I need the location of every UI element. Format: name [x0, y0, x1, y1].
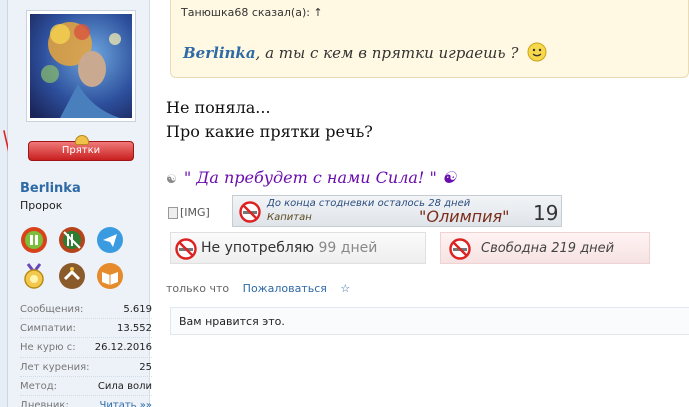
user-stats: Сообщения: 5.619 Симпатии: 13.552 Не кур…: [20, 300, 152, 407]
page-frame-left: [0, 0, 8, 407]
stat-label: Сообщения:: [20, 304, 84, 315]
stat-label: Симпатии:: [20, 323, 76, 335]
stat-value: 5.619: [123, 304, 152, 315]
stat-method: Метод: Сила воли: [20, 377, 152, 396]
counter-team: "Олимпия": [419, 207, 510, 226]
post-content: Танюшка68 сказал(а): ↑ Berlinka, а ты с …: [166, 0, 689, 407]
no-smoking-icon: [175, 238, 197, 260]
stat-label: Лет курения:: [20, 361, 90, 373]
stat-smoking-years: Лет курения: 25: [20, 358, 152, 377]
message-line: Про какие прятки речь?: [166, 122, 373, 141]
message-text: Не поняла... Про какие прятки речь?: [166, 96, 373, 144]
stat-quit-date: Не курю с: 26.12.2016: [20, 338, 152, 358]
book-award-icon[interactable]: [96, 262, 124, 290]
quote-block: Танюшка68 сказал(а): ↑ Berlinka, а ты с …: [170, 0, 689, 78]
broken-image: [IMG]: [168, 206, 210, 219]
likes-text: Вам нравится это.: [179, 315, 285, 328]
stat-value: Сила воли: [97, 380, 152, 392]
no-smoking-icon: [449, 238, 471, 260]
counter-label: Не употребляю: [201, 240, 315, 256]
bookmark-star-icon[interactable]: ☆: [340, 282, 350, 295]
stat-label: Дневник:: [20, 399, 69, 407]
counter-number: 19: [533, 201, 559, 225]
stat-diary: Дневник: Читать »»: [20, 396, 152, 407]
paper-plane-award-icon[interactable]: [96, 226, 124, 254]
user-sidebar: Прятки Berlinka Пророк Сообщения: 5.619 …: [8, 0, 152, 407]
username-link[interactable]: Berlinka: [20, 181, 81, 196]
quote-header-link[interactable]: Танюшка68 сказал(а): ↑: [181, 6, 323, 19]
abstinence-counter-banner[interactable]: Не употребляю 99 дней: [170, 232, 426, 264]
report-link[interactable]: Пожаловаться: [243, 282, 327, 295]
stat-messages: Сообщения: 5.619: [20, 300, 152, 320]
yin-yang-icon: ☯: [166, 172, 177, 186]
broken-image-icon: [168, 206, 178, 219]
signature-quote: ☯ " Да пребудет с нами Сила! " ☯: [166, 168, 456, 187]
quote-text: , а ты с кем в прятки играешь ?: [255, 44, 519, 62]
message-line: Не поняла...: [166, 98, 271, 117]
broken-image-alt: [IMG]: [180, 206, 210, 219]
stat-label: Не курю с:: [20, 342, 76, 354]
banner-label: Прятки: [61, 145, 101, 156]
stat-value: 13.552: [117, 323, 152, 335]
stat-likes: Симпатии: 13.552: [20, 319, 152, 339]
counter-text: Не употребляю 99 дней: [201, 240, 377, 256]
user-title: Пророк: [20, 199, 63, 212]
avatar-image: [30, 14, 132, 118]
smiley-icon: [527, 42, 547, 62]
stodnevka-counter-banner[interactable]: До конца стодневки осталось 28 дней Капи…: [232, 195, 562, 227]
stat-label: Метод:: [20, 380, 58, 392]
free-days-counter-banner[interactable]: Свободна 219 дней: [440, 232, 650, 264]
pause-award-icon[interactable]: [20, 226, 48, 254]
counter-text: Свободна 219 дней: [481, 241, 615, 256]
avatar[interactable]: [26, 10, 136, 122]
diary-read-link[interactable]: Читать »»: [100, 396, 152, 407]
stat-value: 26.12.2016: [94, 342, 152, 354]
signature-text: " Да пребудет с нами Сила! " ☯: [183, 168, 457, 187]
post-time[interactable]: только что: [166, 282, 229, 295]
counter-rank: Капитан: [267, 212, 312, 223]
counter-days: 99 дней: [318, 240, 378, 256]
medal-award-icon[interactable]: [20, 262, 48, 290]
quote-body: Berlinka, а ты с кем в прятки играешь ?: [183, 42, 547, 62]
post-meta: только что Пожаловаться ☆: [166, 282, 350, 295]
prjatki-banner-button[interactable]: Прятки: [28, 135, 134, 161]
no-cigarette-award-icon[interactable]: [58, 226, 86, 254]
rank-chevron-award-icon[interactable]: [58, 262, 86, 290]
likes-summary: Вам нравится это.: [170, 307, 689, 335]
no-smoking-icon: [239, 201, 261, 223]
banner-knob-icon: [75, 135, 89, 145]
stat-value: 25: [139, 361, 152, 373]
quoted-username[interactable]: Berlinka: [183, 44, 256, 62]
